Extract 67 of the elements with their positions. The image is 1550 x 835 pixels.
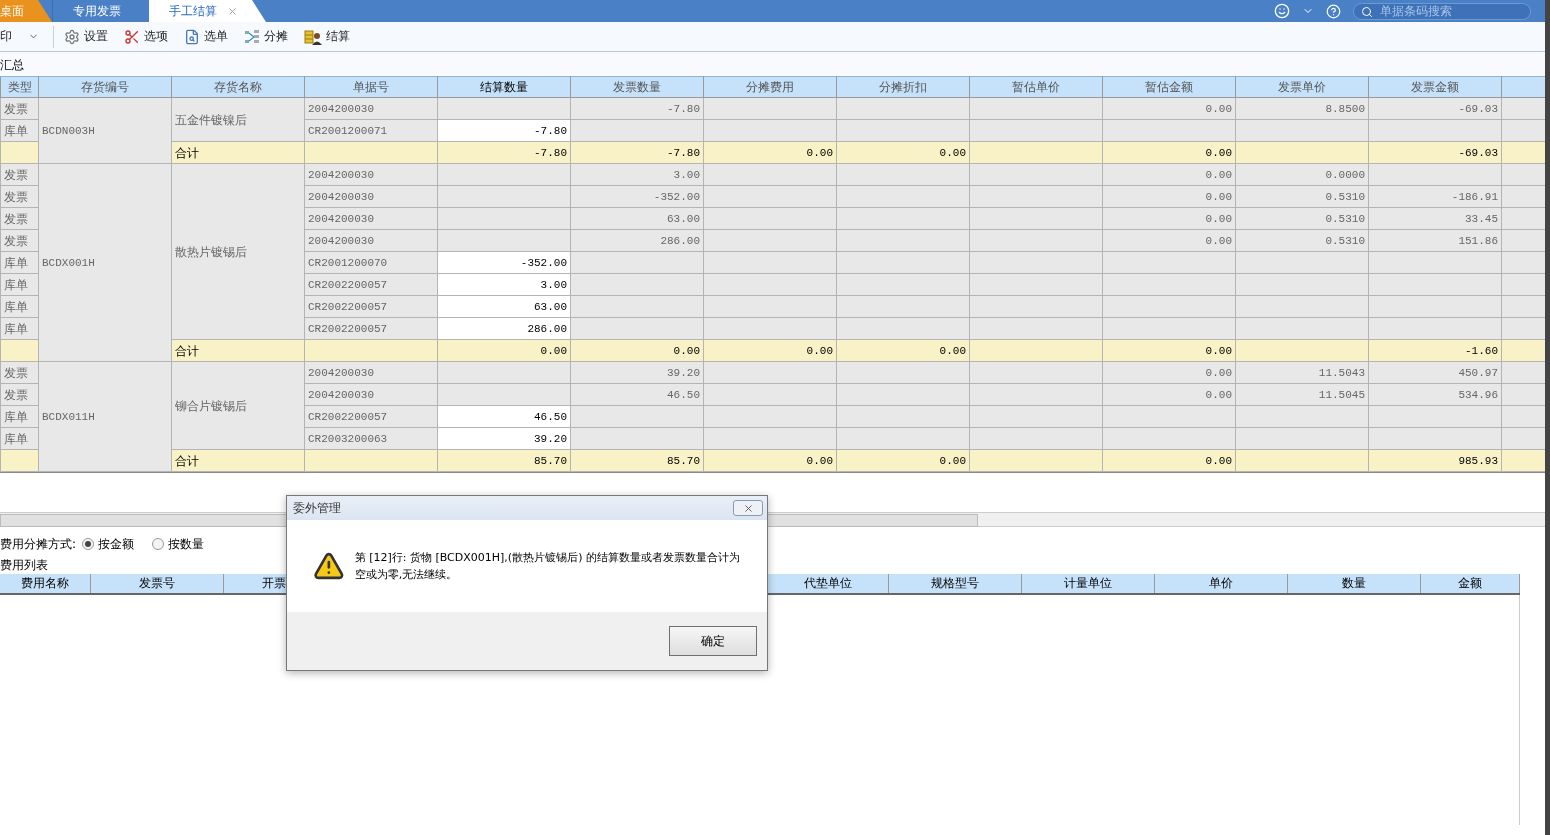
column-header[interactable]: 数量 <box>1288 574 1421 593</box>
gear-icon <box>64 28 80 45</box>
column-header[interactable]: 发票金额 <box>1368 76 1502 98</box>
warning-icon <box>313 550 345 582</box>
split-icon <box>244 28 260 45</box>
search-field[interactable]: 单据条码搜索 <box>1353 2 1531 20</box>
dialog-title: 委外管理 <box>293 499 341 517</box>
coins-person-icon <box>304 28 322 45</box>
document-search-icon <box>184 28 200 45</box>
table-cell: 库单 <box>0 427 39 450</box>
search-icon <box>1361 5 1373 18</box>
table-cell: 库单 <box>0 273 39 296</box>
column-header[interactable]: 暂估单价 <box>969 76 1103 98</box>
toolbar-button[interactable]: 设置 <box>58 24 118 49</box>
table-cell: 铆合片镀锡后 <box>171 361 305 450</box>
table-cell: 库单 <box>0 119 39 142</box>
column-header[interactable]: 发票单价 <box>1235 76 1369 98</box>
table-cell: 发票 <box>0 207 39 230</box>
toolbar-button[interactable]: 分摊 <box>238 24 298 49</box>
table-cell: 发票 <box>0 229 39 252</box>
table-cell: 发票 <box>0 163 39 186</box>
toolbar-button[interactable]: 结算 <box>298 24 360 49</box>
column-header[interactable]: 暂估金额 <box>1102 76 1236 98</box>
column-header[interactable]: 规格型号 <box>889 574 1022 593</box>
toolbar-button[interactable]: 选项 <box>118 24 178 49</box>
column-header[interactable]: 金额 <box>1421 574 1520 593</box>
close-icon <box>742 502 754 514</box>
toolbar-button[interactable]: 选单 <box>178 24 238 49</box>
smiley-icon[interactable] <box>1274 3 1290 19</box>
dialog-message: 第 [12]行: 货物 [BCDX001H],(散热片镀锡后) 的结算数量或者发票数量合计为空或为零,无法继续。 <box>354 550 741 583</box>
table-cell: 散热片镀锡后 <box>171 163 305 340</box>
column-header[interactable]: 计量单位 <box>1022 574 1155 593</box>
column-header[interactable]: 存货名称 <box>171 76 305 98</box>
toolbar-button[interactable]: 印 <box>0 24 49 49</box>
column-header[interactable]: 发票号 <box>91 574 224 593</box>
table-cell: BCDX001H <box>38 163 172 362</box>
scissors-icon <box>124 28 140 45</box>
allocation-label: 费用分摊方式: <box>0 535 77 553</box>
table-cell: 发票 <box>0 361 39 384</box>
column-header[interactable]: 存货编号 <box>38 76 172 98</box>
column-header[interactable]: 单价 <box>1155 574 1288 593</box>
column-header[interactable]: 分摊折扣 <box>836 76 970 98</box>
table-cell: 五金件镀镍后 <box>171 97 305 142</box>
close-icon[interactable] <box>227 5 238 17</box>
table-cell: 库单 <box>0 405 39 428</box>
table-cell: 发票 <box>0 185 39 208</box>
column-header[interactable]: 单据号 <box>304 76 438 98</box>
help-icon[interactable] <box>1326 3 1341 19</box>
table-cell: 发票 <box>0 97 39 120</box>
table-cell: BCDN003H <box>38 97 172 164</box>
table-cell: 库单 <box>0 251 39 274</box>
column-header[interactable]: 发票数量 <box>570 76 704 98</box>
radio-option[interactable]: 按金额 <box>82 535 135 553</box>
close-button[interactable] <box>733 500 763 516</box>
table-cell: 库单 <box>0 295 39 318</box>
table-cell: 发票 <box>0 383 39 406</box>
column-header[interactable]: 分摊费用 <box>703 76 837 98</box>
table-cell: 库单 <box>0 317 39 340</box>
tab[interactable]: 手工结算 <box>149 0 266 22</box>
radio-option[interactable]: 按数量 <box>152 535 205 553</box>
column-header[interactable]: 类型 <box>0 76 39 98</box>
column-header[interactable]: 费用名称 <box>0 574 91 593</box>
ok-button[interactable]: 确定 <box>669 626 757 656</box>
column-header[interactable]: 结算数量 <box>437 76 571 98</box>
table-cell: BCDX011H <box>38 361 172 472</box>
fee-list-title: 费用列表 <box>0 557 48 574</box>
section-title: 汇总 <box>0 52 1545 76</box>
